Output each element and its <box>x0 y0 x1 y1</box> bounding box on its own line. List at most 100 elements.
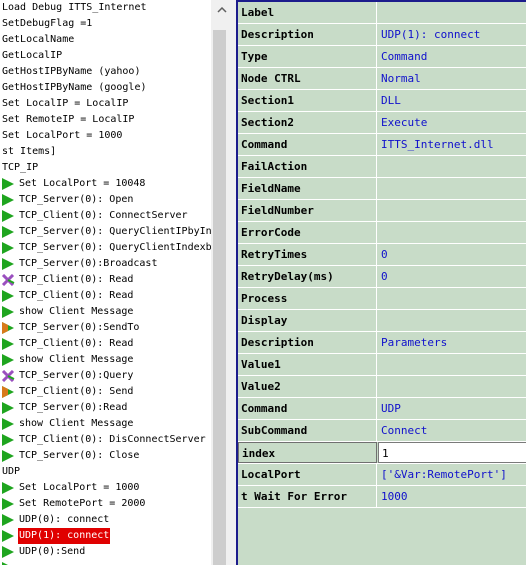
play-step-icon <box>1 434 15 446</box>
tree-item[interactable]: Set LocalIP = LocalIP <box>0 96 129 112</box>
tree-item[interactable]: show Client Message <box>0 416 134 432</box>
property-value[interactable]: Command <box>378 46 526 67</box>
property-row[interactable]: Node CTRL Normal <box>238 68 526 90</box>
property-value[interactable] <box>378 354 526 375</box>
tree-item[interactable]: TCP_Server(0):SendTo <box>0 320 140 336</box>
tree-item[interactable]: TCP_Client(0): Read <box>0 336 134 352</box>
tree-item[interactable]: TCP_Server(0): QueryClientIndexb <box>0 240 211 256</box>
tree-item[interactable]: show Client Message <box>0 352 134 368</box>
tree-item[interactable]: TCP_Client(0): Send <box>0 384 134 400</box>
property-value[interactable]: Connect <box>378 420 526 441</box>
property-row[interactable]: FieldName <box>238 178 526 200</box>
property-row[interactable]: RetryDelay(ms) 0 <box>238 266 526 288</box>
script-tree[interactable]: Load Debug ITTS_Internet SetDebugFlag =1 G… <box>0 0 211 565</box>
property-row[interactable]: Section1 DLL <box>238 90 526 112</box>
tree-item[interactable]: Set RemoteIP = LocalIP <box>0 112 135 128</box>
property-row[interactable]: Label <box>238 2 526 24</box>
tree-item[interactable]: show Client Message <box>0 304 134 320</box>
property-value[interactable] <box>378 156 526 177</box>
tree-item[interactable]: TCP_Client(0): DisConnectServer <box>0 432 207 448</box>
property-name: Value2 <box>238 376 377 397</box>
property-row[interactable]: index 1 <box>238 442 526 464</box>
property-row[interactable]: Display <box>238 310 526 332</box>
property-value[interactable]: Execute <box>378 112 526 133</box>
property-value[interactable] <box>378 178 526 199</box>
tree-item[interactable]: TCP_Client(0): Read <box>0 288 134 304</box>
property-value[interactable]: UDP(1): connect <box>378 24 526 45</box>
tree-item[interactable]: GetLocalName <box>0 32 75 48</box>
property-row[interactable]: RetryTimes 0 <box>238 244 526 266</box>
tree-item[interactable]: TCP_Server(0):Read <box>0 400 128 416</box>
tree-item[interactable]: Set LocalPort = 10048 <box>0 176 146 192</box>
tree-item[interactable]: TCP_Server(0):Broadcast <box>0 256 158 272</box>
property-name: Section1 <box>238 90 377 111</box>
tree-item[interactable]: TCP_Server(0): Open <box>0 192 134 208</box>
tree-scrollbar[interactable] <box>211 0 232 565</box>
tree-item[interactable]: Load Debug ITTS_Internet <box>0 0 148 16</box>
property-value[interactable]: 1000 <box>378 486 526 507</box>
tree-item[interactable]: TCP_Server(0):Query <box>0 368 134 384</box>
tree-item[interactable] <box>0 560 20 565</box>
tree-item-label: TCP_IP <box>2 162 39 173</box>
tree-item[interactable]: Set RemotePort = 2000 <box>0 496 146 512</box>
tree-item[interactable]: st Items] <box>0 144 57 160</box>
tree-item-label: UDP(0):Send <box>19 546 86 557</box>
tree-item-label: GetLocalIP <box>2 50 63 61</box>
property-row[interactable]: Process <box>238 288 526 310</box>
tree-item[interactable]: GetHostIPByName (yahoo) <box>0 64 141 80</box>
property-row[interactable]: SubCommand Connect <box>238 420 526 442</box>
property-row[interactable]: Type Command <box>238 46 526 68</box>
play-step-icon <box>1 482 15 494</box>
scroll-up-arrow-icon[interactable] <box>211 0 232 20</box>
tree-item-label: TCP_Server(0): Close <box>19 450 140 461</box>
tree-item[interactable]: UDP(0): connect <box>0 512 110 528</box>
tree-item[interactable]: UDP <box>0 464 21 480</box>
property-value[interactable]: Parameters <box>378 332 526 353</box>
tree-item[interactable]: SetDebugFlag =1 <box>0 16 93 32</box>
property-value[interactable] <box>378 222 526 243</box>
property-row[interactable]: Description Parameters <box>238 332 526 354</box>
property-value[interactable] <box>378 2 526 23</box>
property-name: t Wait For Error <box>238 486 377 507</box>
property-value[interactable]: ITTS_Internet.dll <box>378 134 526 155</box>
tree-item[interactable]: TCP_Client(0): Read <box>0 272 134 288</box>
tree-item[interactable]: TCP_Client(0): ConnectServer <box>0 208 189 224</box>
property-value-input[interactable]: 1 <box>378 442 526 463</box>
property-grid[interactable]: Label Description UDP(1): connect Type Comma… <box>236 0 526 565</box>
tree-item[interactable]: UDP(1): connect <box>0 528 111 544</box>
property-value[interactable]: DLL <box>378 90 526 111</box>
tree-item[interactable]: Set LocalPort = 1000 <box>0 128 123 144</box>
property-row[interactable]: Command UDP <box>238 398 526 420</box>
property-value[interactable]: 0 <box>378 244 526 265</box>
property-row[interactable]: Value2 <box>238 376 526 398</box>
tree-item[interactable]: TCP_IP <box>0 160 39 176</box>
property-row[interactable]: Value1 <box>238 354 526 376</box>
property-row[interactable]: Command ITTS_Internet.dll <box>238 134 526 156</box>
tree-item[interactable]: TCP_Server(0): Close <box>0 448 140 464</box>
tree-item[interactable]: GetLocalIP <box>0 48 63 64</box>
property-row[interactable]: LocalPort ['&Var:RemotePort'] <box>238 464 526 486</box>
property-row[interactable]: FailAction <box>238 156 526 178</box>
tree-item[interactable]: TCP_Server(0): QueryClientIPbyIn <box>0 224 211 240</box>
property-value[interactable]: Normal <box>378 68 526 89</box>
tree-item[interactable]: Set LocalPort = 1000 <box>0 480 140 496</box>
property-value[interactable] <box>378 288 526 309</box>
property-value[interactable] <box>378 200 526 221</box>
property-row[interactable]: Description UDP(1): connect <box>238 24 526 46</box>
scroll-thumb[interactable] <box>213 30 226 565</box>
property-value[interactable] <box>378 376 526 397</box>
property-name: Description <box>238 24 377 45</box>
tree-item[interactable]: UDP(0):Send <box>0 544 86 560</box>
property-value[interactable]: 0 <box>378 266 526 287</box>
property-row[interactable]: Section2 Execute <box>238 112 526 134</box>
property-name: RetryTimes <box>238 244 377 265</box>
play-step-icon <box>1 402 15 414</box>
tree-item[interactable]: GetHostIPByName (google) <box>0 80 148 96</box>
tree-item-label: TCP_Client(0): Read <box>19 338 134 349</box>
property-value[interactable]: UDP <box>378 398 526 419</box>
property-row[interactable]: t Wait For Error 1000 <box>238 486 526 508</box>
property-value[interactable]: ['&Var:RemotePort'] <box>378 464 526 485</box>
property-row[interactable]: FieldNumber <box>238 200 526 222</box>
property-row[interactable]: ErrorCode <box>238 222 526 244</box>
property-value[interactable] <box>378 310 526 331</box>
